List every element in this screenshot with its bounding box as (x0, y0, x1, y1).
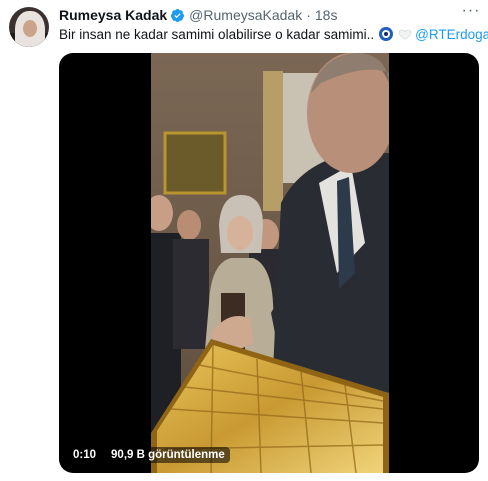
tweet-text: Bir insan ne kadar samimi olabilirse o k… (59, 25, 488, 43)
tweet[interactable]: Rumeysa Kadak @RumeysaKadak · 18s ··· Bi… (0, 0, 488, 481)
video-player[interactable]: 0:10 90,9 B görüntülenme (59, 53, 479, 473)
author-handle[interactable]: @RumeysaKadak (189, 7, 302, 23)
verified-badge-icon (171, 8, 185, 22)
author-name[interactable]: Rumeysa Kadak (59, 7, 167, 23)
video-frame[interactable] (151, 53, 389, 473)
mention-link[interactable]: @RTErdogan (415, 27, 488, 42)
video-timer: 0:10 (69, 447, 101, 463)
video-overlay: 0:10 90,9 B görüntülenme (69, 445, 230, 465)
tweet-time[interactable]: 18s (315, 7, 338, 23)
separator-dot: · (306, 7, 311, 23)
video-scene (151, 53, 389, 473)
white-heart-icon (398, 29, 412, 40)
tweet-text-main: Bir insan ne kadar samimi olabilirse o k… (59, 26, 375, 42)
avatar[interactable] (9, 7, 49, 47)
evil-eye-icon (379, 27, 394, 41)
more-options-icon[interactable]: ··· (460, 3, 482, 21)
tweet-header: Rumeysa Kadak @RumeysaKadak · 18s (59, 6, 337, 24)
view-count: 90,9 B görüntülenme (106, 447, 230, 463)
